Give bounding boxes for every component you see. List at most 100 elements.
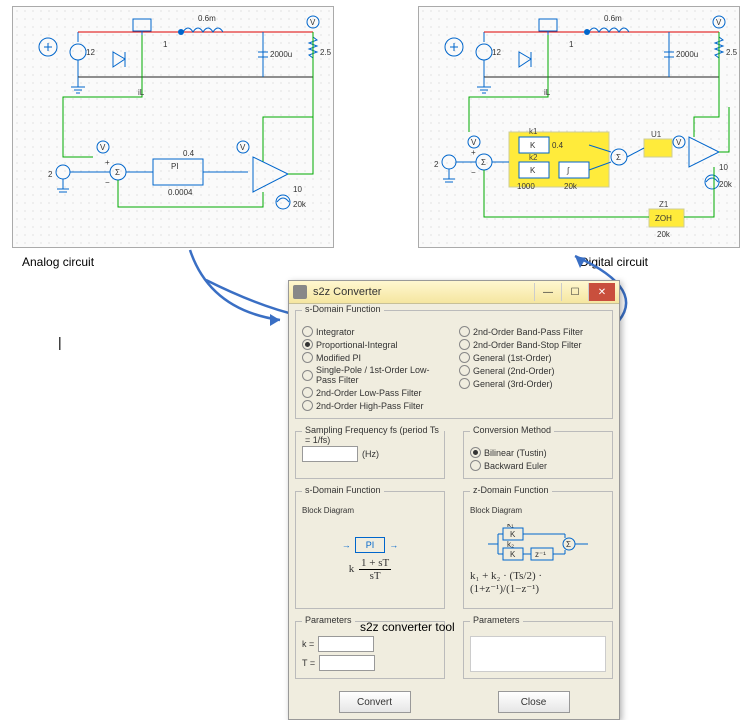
radio-label: 2nd-Order Band-Stop Filter [473, 340, 582, 350]
minimize-button[interactable]: — [534, 283, 561, 301]
sdomain-radio-2nd-order-low-pass-filter[interactable]: 2nd-Order Low-Pass Filter [302, 386, 449, 399]
svg-text:V: V [310, 18, 316, 27]
sdomain-radio-2nd-order-band-stop-filter[interactable]: 2nd-Order Band-Stop Filter [459, 338, 606, 351]
svg-text:K: K [530, 166, 536, 175]
radio-label: Integrator [316, 327, 355, 337]
svg-text:20k: 20k [564, 182, 578, 191]
radio-icon [302, 326, 313, 337]
radio-icon [470, 460, 481, 471]
radio-label: General (3rd-Order) [473, 379, 553, 389]
sdomain-radio-proportional-integral[interactable]: Proportional-Integral [302, 338, 449, 351]
tool-label: s2z converter tool [360, 620, 455, 634]
param-t-input[interactable] [319, 655, 375, 671]
radio-label: Bilinear (Tustin) [484, 448, 547, 458]
radio-icon [302, 387, 313, 398]
svg-text:0.6m: 0.6m [198, 14, 216, 23]
pi-block-icon: PI [355, 537, 386, 553]
svg-text:2000u: 2000u [270, 50, 292, 59]
svg-text:iL: iL [138, 88, 145, 97]
svg-text:k₂: k₂ [507, 540, 514, 549]
svg-text:PI: PI [171, 162, 179, 171]
sdomain-radio-2nd-order-high-pass-filter[interactable]: 2nd-Order High-Pass Filter [302, 399, 449, 412]
svg-text:10: 10 [293, 185, 302, 194]
radio-icon [470, 447, 481, 458]
text-cursor: | [58, 334, 62, 350]
svg-text:k₁: k₁ [507, 524, 514, 529]
svg-text:2: 2 [434, 160, 439, 169]
sdomain-radio-general-1st-order-[interactable]: General (1st-Order) [459, 351, 606, 364]
svg-text:12: 12 [492, 48, 501, 57]
sdomain-radio-single-pole-1st-order-low-pass-filter[interactable]: Single-Pole / 1st-Order Low-Pass Filter [302, 364, 449, 386]
conv-method-radio-backward-euler[interactable]: Backward Euler [470, 459, 606, 472]
svg-text:Σ: Σ [481, 158, 486, 167]
radio-icon [302, 400, 313, 411]
sdomain-radio-general-3rd-order-[interactable]: General (3rd-Order) [459, 377, 606, 390]
radio-label: Proportional-Integral [316, 340, 398, 350]
radio-icon [459, 339, 470, 350]
svg-text:20k: 20k [719, 180, 733, 189]
svg-text:iL: iL [544, 88, 551, 97]
svg-text:ZOH: ZOH [655, 214, 672, 223]
svg-text:1: 1 [163, 40, 168, 49]
radio-icon [459, 365, 470, 376]
sdomain-radio-modified-pi[interactable]: Modified PI [302, 351, 449, 364]
svg-text:V: V [471, 138, 477, 147]
svg-text:V: V [676, 138, 682, 147]
svg-text:2000u: 2000u [676, 50, 698, 59]
s-domain-function-group: s-Domain Function IntegratorProportional… [295, 310, 613, 419]
svg-text:2.5: 2.5 [320, 48, 332, 57]
conv-method-radio-bilinear-tustin-[interactable]: Bilinear (Tustin) [470, 446, 606, 459]
s-domain-block-diagram: s-Domain Function Block Diagram → PI → k… [295, 491, 445, 609]
radio-icon [302, 370, 313, 381]
maximize-button[interactable]: ☐ [561, 283, 588, 301]
radio-label: Backward Euler [484, 461, 547, 471]
svg-text:U1: U1 [651, 130, 662, 139]
svg-text:K: K [530, 141, 536, 150]
svg-text:0.0004: 0.0004 [168, 188, 193, 197]
radio-icon [459, 326, 470, 337]
radio-label: General (2nd-Order) [473, 366, 555, 376]
sdomain-radio-2nd-order-band-pass-filter[interactable]: 2nd-Order Band-Pass Filter [459, 325, 606, 338]
sampling-group: Sampling Frequency fs (period Ts = 1/fs)… [295, 431, 445, 479]
svg-text:12: 12 [86, 48, 95, 57]
svg-text:1: 1 [569, 40, 574, 49]
svg-text:10: 10 [719, 163, 728, 172]
svg-text:1000: 1000 [517, 182, 535, 191]
param-k-input[interactable] [318, 636, 374, 652]
svg-text:20k: 20k [657, 230, 671, 239]
digital-label: Digital circuit [580, 255, 648, 269]
radio-icon [459, 352, 470, 363]
sdomain-radio-integrator[interactable]: Integrator [302, 325, 449, 338]
svg-text:K: K [510, 550, 516, 559]
z-parameters-group: Parameters [463, 621, 613, 679]
svg-text:Σ: Σ [616, 153, 621, 162]
svg-text:Σ: Σ [115, 168, 120, 177]
radio-icon [459, 378, 470, 389]
svg-text:k2: k2 [529, 153, 538, 162]
app-icon [293, 285, 307, 299]
svg-text:20k: 20k [293, 200, 307, 209]
sampling-frequency-input[interactable] [302, 446, 358, 462]
close-button[interactable]: Close [498, 691, 570, 713]
radio-icon [302, 352, 313, 363]
radio-label: Single-Pole / 1st-Order Low-Pass Filter [316, 365, 449, 385]
svg-text:−: − [471, 168, 476, 177]
svg-text:2: 2 [48, 170, 53, 179]
svg-text:0.4: 0.4 [552, 141, 564, 150]
svg-text:V: V [100, 143, 106, 152]
svg-text:−: − [105, 178, 110, 187]
radio-label: General (1st-Order) [473, 353, 552, 363]
convert-button[interactable]: Convert [339, 691, 411, 713]
z-domain-block-diagram: z-Domain Function Block Diagram K k₁ K k… [463, 491, 613, 609]
radio-label: 2nd-Order Band-Pass Filter [473, 327, 583, 337]
radio-label: 2nd-Order Low-Pass Filter [316, 388, 422, 398]
svg-text:V: V [240, 143, 246, 152]
svg-text:+: + [105, 158, 110, 167]
svg-text:+: + [471, 148, 476, 157]
sdomain-radio-general-2nd-order-[interactable]: General (2nd-Order) [459, 364, 606, 377]
z-k-box-1: K [510, 530, 516, 539]
svg-text:Z1: Z1 [659, 200, 669, 209]
close-window-button[interactable]: ✕ [588, 283, 615, 301]
dialog-titlebar[interactable]: s2z Converter — ☐ ✕ [289, 281, 619, 304]
radio-icon [302, 339, 313, 350]
